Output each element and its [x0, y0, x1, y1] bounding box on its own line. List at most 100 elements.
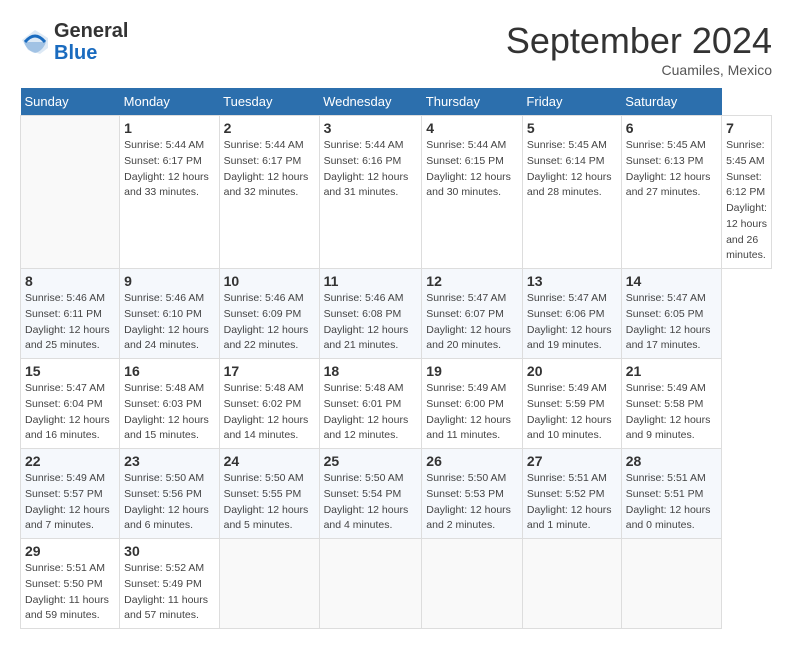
col-friday: Friday	[522, 88, 621, 116]
day-number: 2	[224, 120, 315, 136]
day-number: 1	[124, 120, 214, 136]
day-info: Sunrise: 5:51 AM Sunset: 5:51 PM Dayligh…	[626, 471, 717, 534]
week-row-2: 8 Sunrise: 5:46 AM Sunset: 6:11 PM Dayli…	[21, 269, 772, 359]
day-info: Sunrise: 5:51 AM Sunset: 5:50 PM Dayligh…	[25, 561, 115, 624]
sunrise: Sunrise: 5:49 AM	[426, 382, 506, 394]
sunrise: Sunrise: 5:49 AM	[25, 472, 105, 484]
page-header: General Blue September 2024 Cuamiles, Me…	[20, 20, 772, 78]
daylight: Daylight: 12 hours and 9 minutes.	[626, 414, 711, 442]
day-info: Sunrise: 5:45 AM Sunset: 6:12 PM Dayligh…	[726, 138, 767, 264]
daylight: Daylight: 12 hours and 22 minutes.	[224, 324, 309, 352]
week-row-3: 15 Sunrise: 5:47 AM Sunset: 6:04 PM Dayl…	[21, 359, 772, 449]
day-number: 8	[25, 273, 115, 289]
calendar-cell: 12 Sunrise: 5:47 AM Sunset: 6:07 PM Dayl…	[422, 269, 523, 359]
calendar-cell: 5 Sunrise: 5:45 AM Sunset: 6:14 PM Dayli…	[522, 116, 621, 269]
day-info: Sunrise: 5:46 AM Sunset: 6:09 PM Dayligh…	[224, 291, 315, 354]
sunset: Sunset: 5:53 PM	[426, 488, 504, 500]
day-info: Sunrise: 5:48 AM Sunset: 6:02 PM Dayligh…	[224, 381, 315, 444]
sunset: Sunset: 6:15 PM	[426, 155, 504, 167]
calendar-cell: 7 Sunrise: 5:45 AM Sunset: 6:12 PM Dayli…	[722, 116, 772, 269]
calendar-cell: 25 Sunrise: 5:50 AM Sunset: 5:54 PM Dayl…	[319, 449, 422, 539]
calendar-cell: 18 Sunrise: 5:48 AM Sunset: 6:01 PM Dayl…	[319, 359, 422, 449]
sunrise: Sunrise: 5:44 AM	[224, 139, 304, 151]
calendar-cell: 8 Sunrise: 5:46 AM Sunset: 6:11 PM Dayli…	[21, 269, 120, 359]
calendar-cell: 14 Sunrise: 5:47 AM Sunset: 6:05 PM Dayl…	[621, 269, 721, 359]
sunset: Sunset: 6:07 PM	[426, 308, 504, 320]
day-info: Sunrise: 5:46 AM Sunset: 6:08 PM Dayligh…	[324, 291, 418, 354]
calendar-cell: 10 Sunrise: 5:46 AM Sunset: 6:09 PM Dayl…	[219, 269, 319, 359]
day-number: 23	[124, 453, 214, 469]
daylight: Daylight: 12 hours and 17 minutes.	[626, 324, 711, 352]
sunset: Sunset: 6:17 PM	[224, 155, 302, 167]
sunrise: Sunrise: 5:44 AM	[426, 139, 506, 151]
sunset: Sunset: 6:13 PM	[626, 155, 704, 167]
calendar-cell: 28 Sunrise: 5:51 AM Sunset: 5:51 PM Dayl…	[621, 449, 721, 539]
day-info: Sunrise: 5:44 AM Sunset: 6:16 PM Dayligh…	[324, 138, 418, 201]
day-number: 16	[124, 363, 214, 379]
daylight: Daylight: 11 hours and 57 minutes.	[124, 594, 208, 622]
week-row-1: 1 Sunrise: 5:44 AM Sunset: 6:17 PM Dayli…	[21, 116, 772, 269]
day-info: Sunrise: 5:49 AM Sunset: 5:57 PM Dayligh…	[25, 471, 115, 534]
sunrise: Sunrise: 5:50 AM	[426, 472, 506, 484]
sunrise: Sunrise: 5:45 AM	[726, 139, 765, 167]
sunrise: Sunrise: 5:49 AM	[527, 382, 607, 394]
col-wednesday: Wednesday	[319, 88, 422, 116]
calendar-cell: 17 Sunrise: 5:48 AM Sunset: 6:02 PM Dayl…	[219, 359, 319, 449]
sunrise: Sunrise: 5:46 AM	[25, 292, 105, 304]
daylight: Daylight: 12 hours and 28 minutes.	[527, 171, 612, 199]
calendar-cell	[522, 539, 621, 629]
sunrise: Sunrise: 5:45 AM	[626, 139, 706, 151]
daylight: Daylight: 12 hours and 20 minutes.	[426, 324, 511, 352]
day-number: 20	[527, 363, 617, 379]
sunset: Sunset: 5:58 PM	[626, 398, 704, 410]
daylight: Daylight: 12 hours and 31 minutes.	[324, 171, 409, 199]
day-number: 26	[426, 453, 518, 469]
sunset: Sunset: 6:05 PM	[626, 308, 704, 320]
sunrise: Sunrise: 5:51 AM	[626, 472, 706, 484]
day-info: Sunrise: 5:49 AM Sunset: 6:00 PM Dayligh…	[426, 381, 518, 444]
sunset: Sunset: 6:08 PM	[324, 308, 402, 320]
calendar-cell: 21 Sunrise: 5:49 AM Sunset: 5:58 PM Dayl…	[621, 359, 721, 449]
col-saturday: Saturday	[621, 88, 721, 116]
sunset: Sunset: 6:10 PM	[124, 308, 202, 320]
week-row-4: 22 Sunrise: 5:49 AM Sunset: 5:57 PM Dayl…	[21, 449, 772, 539]
sunset: Sunset: 6:12 PM	[726, 171, 765, 199]
calendar-cell: 9 Sunrise: 5:46 AM Sunset: 6:10 PM Dayli…	[120, 269, 219, 359]
daylight: Daylight: 12 hours and 25 minutes.	[25, 324, 110, 352]
sunrise: Sunrise: 5:44 AM	[324, 139, 404, 151]
day-number: 6	[626, 120, 717, 136]
day-number: 15	[25, 363, 115, 379]
day-number: 25	[324, 453, 418, 469]
sunrise: Sunrise: 5:50 AM	[124, 472, 204, 484]
sunset: Sunset: 5:54 PM	[324, 488, 402, 500]
sunrise: Sunrise: 5:45 AM	[527, 139, 607, 151]
day-number: 5	[527, 120, 617, 136]
calendar-cell	[422, 539, 523, 629]
day-info: Sunrise: 5:47 AM Sunset: 6:05 PM Dayligh…	[626, 291, 717, 354]
month-title: September 2024	[506, 20, 772, 62]
daylight: Daylight: 12 hours and 4 minutes.	[324, 504, 409, 532]
calendar-cell: 30 Sunrise: 5:52 AM Sunset: 5:49 PM Dayl…	[120, 539, 219, 629]
sunset: Sunset: 5:55 PM	[224, 488, 302, 500]
calendar-cell: 23 Sunrise: 5:50 AM Sunset: 5:56 PM Dayl…	[120, 449, 219, 539]
daylight: Daylight: 12 hours and 33 minutes.	[124, 171, 209, 199]
sunset: Sunset: 5:51 PM	[626, 488, 704, 500]
day-number: 7	[726, 120, 767, 136]
sunrise: Sunrise: 5:47 AM	[426, 292, 506, 304]
day-info: Sunrise: 5:48 AM Sunset: 6:03 PM Dayligh…	[124, 381, 214, 444]
day-info: Sunrise: 5:50 AM Sunset: 5:54 PM Dayligh…	[324, 471, 418, 534]
day-info: Sunrise: 5:47 AM Sunset: 6:04 PM Dayligh…	[25, 381, 115, 444]
sunrise: Sunrise: 5:47 AM	[626, 292, 706, 304]
daylight: Daylight: 12 hours and 16 minutes.	[25, 414, 110, 442]
sunset: Sunset: 5:56 PM	[124, 488, 202, 500]
day-info: Sunrise: 5:49 AM Sunset: 5:59 PM Dayligh…	[527, 381, 617, 444]
sunset: Sunset: 6:00 PM	[426, 398, 504, 410]
day-number: 19	[426, 363, 518, 379]
day-number: 22	[25, 453, 115, 469]
calendar-cell: 1 Sunrise: 5:44 AM Sunset: 6:17 PM Dayli…	[120, 116, 219, 269]
day-info: Sunrise: 5:48 AM Sunset: 6:01 PM Dayligh…	[324, 381, 418, 444]
day-number: 27	[527, 453, 617, 469]
daylight: Daylight: 12 hours and 2 minutes.	[426, 504, 511, 532]
sunset: Sunset: 5:57 PM	[25, 488, 103, 500]
sunrise: Sunrise: 5:50 AM	[224, 472, 304, 484]
